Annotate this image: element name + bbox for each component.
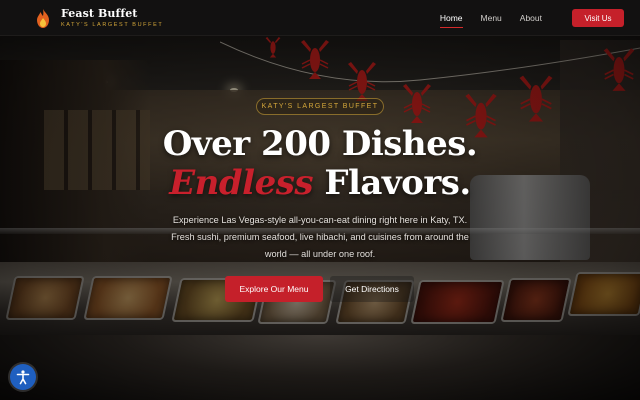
brand-tagline: KATY'S LARGEST BUFFET bbox=[61, 22, 164, 28]
headline-accent: Endless bbox=[169, 163, 313, 203]
flame-icon[interactable] bbox=[36, 9, 50, 28]
get-directions-button[interactable]: Get Directions bbox=[330, 276, 414, 302]
headline-line-1: Over 200 Dishes. bbox=[162, 124, 478, 164]
nav-link-about[interactable]: About bbox=[520, 9, 542, 27]
brand[interactable]: Feast Buffet KATY'S LARGEST BUFFET bbox=[61, 8, 163, 29]
nav-link-menu[interactable]: Menu bbox=[481, 9, 502, 27]
hero-badge: KATY'S LARGEST BUFFET bbox=[256, 98, 384, 115]
navbar: Feast Buffet KATY'S LARGEST BUFFET Home … bbox=[0, 0, 640, 36]
hero-content: KATY'S LARGEST BUFFET Over 200 Dishes. E… bbox=[0, 0, 640, 400]
nav-link-home[interactable]: Home bbox=[439, 9, 463, 28]
headline-rest: Flavors. bbox=[313, 163, 471, 203]
nav-links: Home Menu About bbox=[439, 0, 542, 36]
explore-menu-button[interactable]: Explore Our Menu bbox=[225, 276, 323, 302]
accessibility-icon[interactable] bbox=[10, 364, 36, 390]
headline-line-2: Endless Flavors. bbox=[0, 164, 640, 202]
visit-us-button[interactable]: Visit Us bbox=[572, 9, 624, 27]
hero-subtext: Experience Las Vegas-style all-you-can-e… bbox=[171, 215, 469, 259]
brand-name: Feast Buffet bbox=[61, 7, 138, 20]
